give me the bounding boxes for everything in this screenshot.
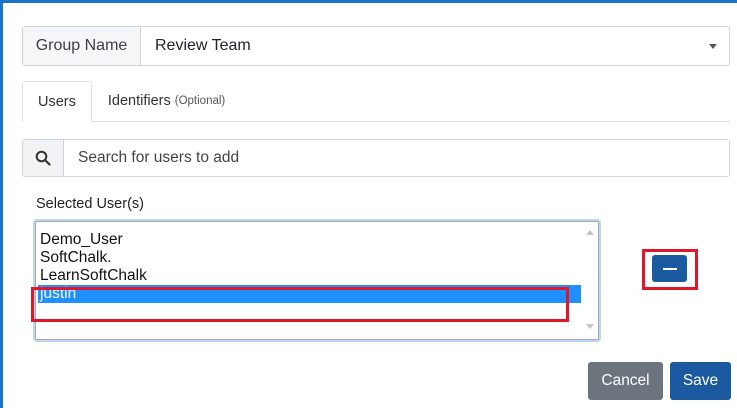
group-name-label: Group Name xyxy=(23,27,141,65)
tab-users-label: Users xyxy=(38,93,76,110)
selected-users-label: Selected User(s) xyxy=(36,196,144,212)
tab-identifiers-optional: (Optional) xyxy=(174,95,226,107)
listbox-scrollbar[interactable] xyxy=(581,222,598,339)
group-dropdown-toggle[interactable] xyxy=(697,27,729,65)
selection-highlight-box xyxy=(31,287,569,322)
group-name-value[interactable]: Review Team xyxy=(141,27,697,65)
cancel-button[interactable]: Cancel xyxy=(588,362,663,400)
window-border-top xyxy=(0,0,737,3)
chevron-down-icon xyxy=(709,43,717,49)
tab-identifiers-label: Identifiers xyxy=(107,93,171,109)
user-search xyxy=(22,139,730,177)
tab-users[interactable]: Users xyxy=(22,81,92,122)
search-button[interactable] xyxy=(23,140,64,176)
window-border-left xyxy=(0,0,3,408)
search-input[interactable] xyxy=(64,140,729,176)
list-item[interactable]: LearnSoftChalk xyxy=(38,267,581,285)
scroll-down-icon[interactable] xyxy=(586,324,594,329)
tab-identifiers[interactable]: Identifiers (Optional) xyxy=(92,81,241,121)
save-button[interactable]: Save xyxy=(670,362,731,400)
group-name-select[interactable]: Group Name Review Team xyxy=(22,26,730,66)
list-item[interactable]: SoftChalk. xyxy=(38,249,581,267)
minus-icon xyxy=(662,267,677,270)
scroll-up-icon[interactable] xyxy=(586,230,594,235)
search-icon xyxy=(35,150,51,166)
list-item[interactable]: Demo_User xyxy=(38,231,581,249)
tab-bar: Users Identifiers (Optional) xyxy=(22,81,730,122)
remove-user-button[interactable] xyxy=(652,255,687,282)
selected-users-listbox[interactable]: Demo_User SoftChalk. LearnSoftChalk just… xyxy=(35,221,599,340)
